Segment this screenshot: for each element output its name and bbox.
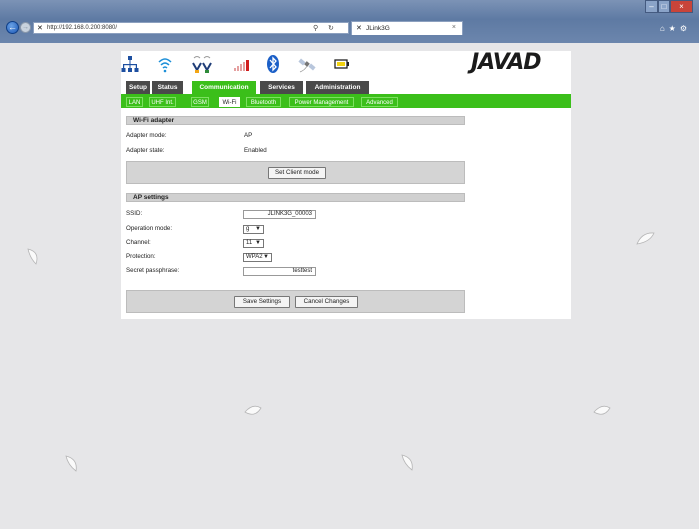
passphrase-input[interactable]: testtest bbox=[243, 267, 316, 276]
subtab-wifi[interactable]: Wi-Fi bbox=[219, 97, 240, 107]
javad-icon: ✕ bbox=[356, 25, 362, 32]
subtab-lan[interactable]: LAN bbox=[126, 97, 143, 107]
channel-label: Channel: bbox=[126, 239, 151, 246]
maximize-icon[interactable]: □ bbox=[658, 0, 670, 13]
close-window-icon[interactable]: × bbox=[670, 0, 693, 13]
address-bar[interactable]: ✕ http://192.168.0.200:8080/ ⚲ ↻ bbox=[33, 22, 349, 34]
gear-icon[interactable]: ⚙ bbox=[680, 24, 691, 33]
set-client-mode-button[interactable]: Set Client mode bbox=[268, 167, 326, 179]
forward-button[interactable]: → bbox=[20, 22, 31, 33]
operation-mode-select[interactable]: g ▼ bbox=[243, 225, 264, 234]
favorites-icon[interactable]: ★ bbox=[669, 24, 680, 33]
subtab-gsm[interactable]: GSM bbox=[191, 97, 209, 107]
subtab-bluetooth[interactable]: Bluetooth bbox=[246, 97, 281, 107]
ap-settings-heading: AP settings bbox=[126, 193, 465, 202]
ethernet-icon[interactable] bbox=[121, 54, 139, 74]
watermark-icon bbox=[593, 405, 611, 415]
browser-chrome: ← → ✕ http://192.168.0.200:8080/ ⚲ ↻ ✕ J… bbox=[0, 0, 699, 43]
operation-mode-value: g bbox=[246, 226, 250, 232]
adapter-mode-value: AP bbox=[244, 132, 253, 139]
wifi-icon[interactable] bbox=[157, 54, 173, 74]
subtab-uhf[interactable]: UHF Int. bbox=[149, 97, 176, 107]
antenna-icon[interactable] bbox=[192, 54, 212, 74]
protection-select[interactable]: WPA2 ▼ bbox=[243, 253, 272, 262]
refresh-icon[interactable]: ↻ bbox=[328, 24, 334, 32]
adapter-state-label: Adapter state: bbox=[126, 147, 165, 154]
chevron-down-icon: ▼ bbox=[255, 226, 261, 232]
minimize-icon[interactable]: – bbox=[645, 0, 658, 13]
operation-mode-label: Operation mode: bbox=[126, 225, 173, 232]
adapter-state-value: Enabled bbox=[244, 147, 267, 154]
sub-tab-bar: LAN UHF Int. GSM Wi-Fi Bluetooth Power M… bbox=[121, 94, 571, 108]
ssid-input[interactable]: JLINK3G_00003 bbox=[243, 210, 316, 219]
save-settings-button[interactable]: Save Settings bbox=[234, 296, 290, 308]
passphrase-label: Secret passphrase: bbox=[126, 267, 180, 274]
tab-title: JLink3G bbox=[366, 25, 390, 32]
tab-setup[interactable]: Setup bbox=[126, 81, 150, 94]
bluetooth-icon[interactable] bbox=[266, 54, 280, 74]
tab-services[interactable]: Services bbox=[260, 81, 303, 94]
home-icon[interactable]: ⌂ bbox=[660, 24, 669, 33]
chevron-down-icon: ▼ bbox=[263, 254, 269, 260]
satellite-icon[interactable] bbox=[297, 54, 317, 74]
adapter-mode-label: Adapter mode: bbox=[126, 132, 167, 139]
javad-icon: ✕ bbox=[37, 25, 43, 32]
protection-label: Protection: bbox=[126, 253, 156, 260]
subtab-power-management[interactable]: Power Management bbox=[289, 97, 354, 107]
javad-logo: JAVAD bbox=[471, 50, 542, 75]
tab-administration[interactable]: Administration bbox=[306, 81, 369, 94]
browser-tab[interactable]: ✕ JLink3G × bbox=[351, 21, 463, 35]
close-tab-icon[interactable]: × bbox=[452, 24, 456, 31]
search-icon[interactable]: ⚲ bbox=[313, 24, 318, 32]
tab-status[interactable]: Status bbox=[152, 81, 183, 94]
channel-select[interactable]: 11 ▼ bbox=[243, 239, 264, 248]
window-controls: – □ × bbox=[645, 0, 693, 14]
battery-icon[interactable] bbox=[334, 54, 350, 74]
watermark-icon bbox=[27, 248, 38, 265]
wifi-adapter-heading: Wi-Fi adapter bbox=[126, 116, 465, 125]
watermark-icon bbox=[65, 455, 77, 472]
back-button[interactable]: ← bbox=[6, 21, 19, 34]
save-cancel-bar: Save Settings Cancel Changes bbox=[126, 290, 465, 313]
watermark-icon bbox=[401, 454, 413, 471]
signal-icon[interactable] bbox=[233, 54, 251, 74]
url-text: http://192.168.0.200:8080/ bbox=[47, 25, 118, 31]
subtab-advanced[interactable]: Advanced bbox=[361, 97, 398, 107]
client-mode-bar: Set Client mode bbox=[126, 161, 465, 184]
chevron-down-icon: ▼ bbox=[255, 240, 261, 246]
cancel-changes-button[interactable]: Cancel Changes bbox=[295, 296, 358, 308]
ssid-label: SSID: bbox=[126, 210, 143, 217]
channel-value: 11 bbox=[246, 240, 253, 246]
protection-value: WPA2 bbox=[246, 254, 263, 260]
watermark-icon bbox=[244, 405, 262, 415]
status-icons bbox=[121, 54, 391, 74]
toolbar-icons: ⌂★⚙ bbox=[660, 24, 691, 33]
watermark-icon bbox=[636, 232, 655, 245]
